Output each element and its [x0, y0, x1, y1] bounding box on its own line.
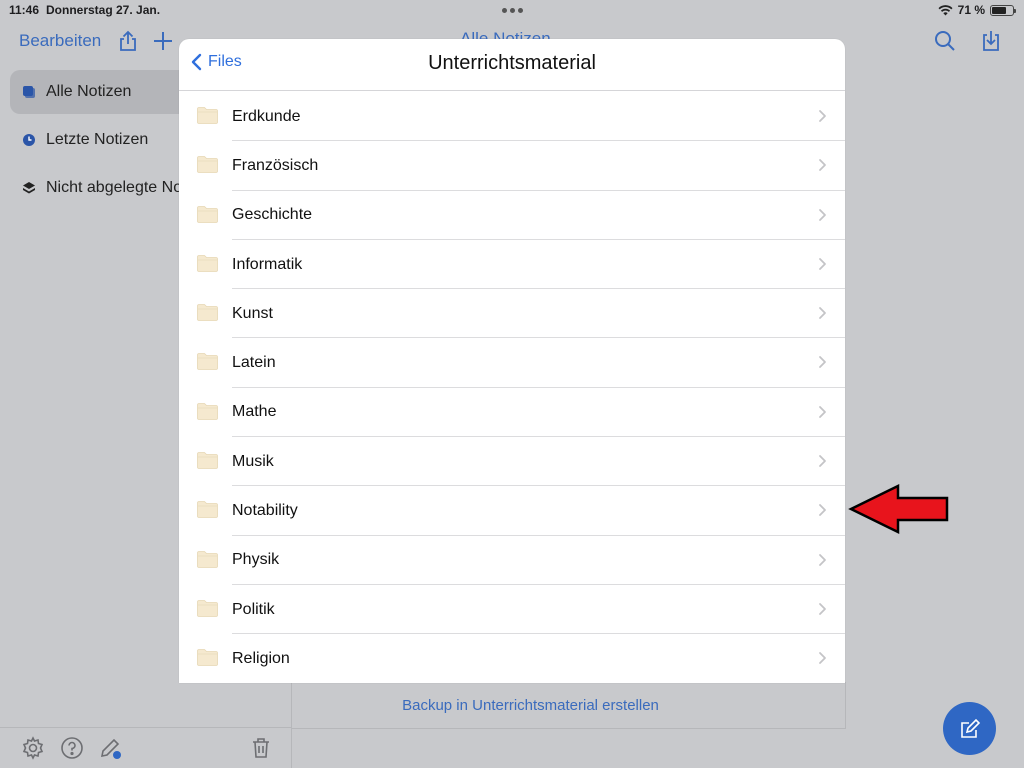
search-icon[interactable] [933, 29, 957, 53]
folder-icon [197, 107, 218, 124]
folder-icon [197, 304, 218, 322]
folder-icon [197, 501, 218, 519]
folder-label: Notability [232, 502, 298, 520]
status-bar: 11:46 Donnerstag 27. Jan. 71 % [0, 0, 1024, 22]
chevron-right-icon [819, 307, 826, 320]
folder-row[interactable]: Latein [179, 338, 845, 389]
pencil-account-icon[interactable] [98, 736, 122, 760]
folder-icon [197, 649, 218, 667]
chevron-right-icon [819, 504, 826, 517]
edit-button[interactable]: Bearbeiten [19, 31, 101, 51]
sheet-title: Unterrichtsmaterial [428, 52, 596, 74]
trash-icon[interactable] [249, 736, 273, 760]
status-right: 71 % [938, 3, 1016, 17]
sidebar-item-label: Letzte Notizen [46, 131, 149, 148]
folder-icon [197, 550, 218, 568]
chevron-right-icon [819, 159, 826, 172]
folder-list: Erdkunde Französisch Geschichte Informatik K… [179, 92, 845, 683]
folder-label: Physik [232, 551, 280, 569]
folder-row[interactable]: Musik [179, 437, 845, 487]
chevron-right-icon [819, 652, 826, 665]
folder-label: Erdkunde [232, 107, 301, 125]
clock-icon [23, 134, 35, 146]
import-icon[interactable] [979, 29, 1003, 53]
folder-label: Geschichte [232, 206, 313, 224]
compose-button[interactable] [943, 702, 996, 755]
battery-percent: 71 % [957, 3, 985, 17]
folder-label: Politik [232, 600, 275, 618]
chevron-right-icon [819, 553, 826, 566]
sidebar-item-label: Alle Notizen [46, 83, 132, 100]
share-icon[interactable] [116, 29, 140, 53]
chevron-right-icon [819, 455, 826, 467]
folder-row[interactable]: Politik [179, 585, 845, 635]
notes-stack-icon [23, 86, 35, 98]
chevron-right-icon [819, 603, 826, 615]
folder-label: Religion [232, 649, 290, 667]
folder-icon [197, 600, 218, 617]
settings-gear-icon[interactable] [21, 736, 45, 760]
folder-row[interactable]: Französisch [179, 141, 845, 191]
folder-row[interactable]: Mathe [179, 388, 845, 438]
folder-icon [197, 205, 218, 223]
multitasking-dots-icon[interactable] [502, 8, 523, 13]
folder-row[interactable]: Informatik [179, 240, 845, 290]
help-icon[interactable] [60, 736, 84, 760]
folder-label: Informatik [232, 255, 303, 273]
chevron-right-icon [819, 110, 826, 122]
folder-label: Musik [232, 452, 274, 470]
folder-row[interactable]: Religion [179, 634, 845, 683]
wifi-icon [938, 4, 953, 15]
annotation-arrow-icon [848, 484, 949, 534]
folder-icon [197, 402, 218, 420]
sheet-header: Files Unterrichtsmaterial [179, 39, 845, 91]
folder-row[interactable]: Kunst [179, 289, 845, 339]
chevron-right-icon [819, 257, 826, 270]
folder-label: Mathe [232, 403, 277, 421]
folder-row[interactable]: Geschichte [179, 191, 845, 241]
chevron-right-icon [819, 405, 826, 418]
folder-icon [197, 156, 218, 174]
folder-label: Kunst [232, 304, 273, 322]
compose-icon [960, 718, 980, 738]
sidebar-footer [0, 727, 292, 768]
layers-icon [23, 182, 35, 194]
backup-button[interactable]: Backup in Unterrichtsmaterial erstellen [292, 682, 846, 729]
chevron-right-icon [819, 356, 826, 369]
folder-label: Latein [232, 354, 276, 372]
chevron-right-icon [819, 208, 826, 221]
folder-icon [197, 353, 218, 371]
battery-icon [990, 4, 1016, 16]
folder-row[interactable]: Notability [179, 486, 845, 536]
status-time: 11:46 [9, 3, 40, 17]
folder-row[interactable]: Erdkunde [179, 92, 845, 142]
folder-icon [197, 452, 218, 469]
folder-label: Französisch [232, 156, 319, 174]
folder-picker-sheet: Files Unterrichtsmaterial Erdkunde Franzö… [179, 39, 845, 683]
folder-row[interactable]: Physik [179, 536, 845, 586]
backup-label: Backup in Unterrichtsmaterial erstellen [402, 696, 659, 714]
folder-icon [197, 254, 218, 272]
add-icon[interactable] [151, 29, 175, 53]
status-date: Donnerstag 27. Jan. [46, 3, 161, 17]
